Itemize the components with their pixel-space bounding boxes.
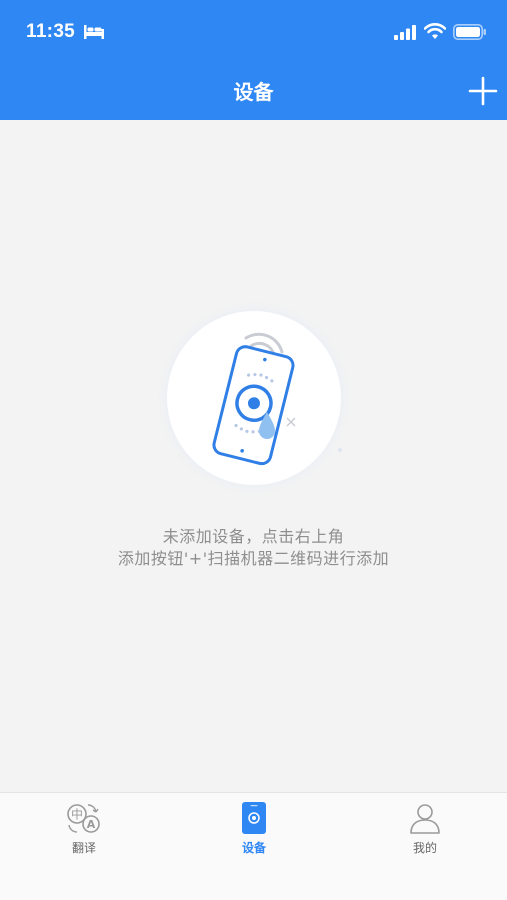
add-device-button[interactable] [466, 74, 500, 108]
svg-text:中: 中 [71, 807, 83, 822]
empty-state-text-line2: 添加按钮'+'扫描机器二维码进行添加 [117, 549, 390, 568]
tab-device-label: 设备 [241, 841, 266, 855]
svg-text:A: A [87, 818, 96, 831]
tab-mine[interactable]: 我的 [365, 793, 485, 863]
wifi-icon [424, 23, 446, 39]
translate-icon: 中 A [67, 804, 100, 833]
empty-state-text-line1: 未添加设备，点击右上角 [162, 527, 345, 546]
bottom-tab-bar: 中 A 翻译 设备 我的 [0, 792, 507, 900]
bed-icon [84, 25, 104, 39]
header-bar: 11:35 设备 [0, 0, 507, 120]
tab-translate[interactable]: 中 A 翻译 [24, 793, 144, 863]
phone-device-icon [154, 300, 354, 498]
status-time: 11:35 [26, 21, 76, 42]
signal-icon [394, 25, 416, 40]
tab-device[interactable]: 设备 [194, 793, 314, 863]
tab-mine-label: 我的 [412, 841, 437, 855]
page-title: 设备 [233, 80, 274, 104]
plus-icon [468, 76, 498, 106]
device-icon [242, 802, 266, 834]
tab-translate-label: 翻译 [71, 841, 96, 855]
profile-icon [410, 804, 440, 834]
battery-icon [453, 24, 486, 40]
